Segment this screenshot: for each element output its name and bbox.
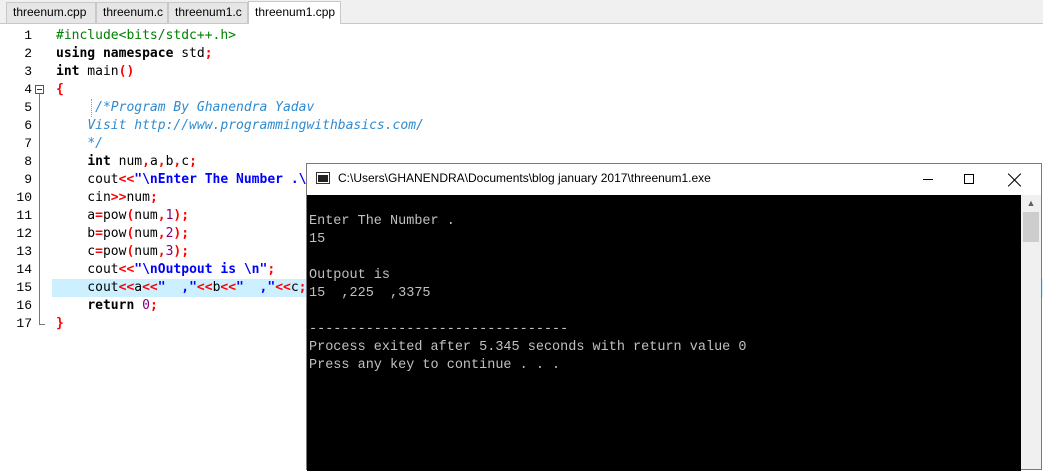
line-number: 3	[24, 64, 32, 79]
tab-threenum1-c[interactable]: threenum1.c	[168, 2, 248, 23]
line-number: 11	[16, 208, 32, 223]
console-titlebar[interactable]: C:\Users\GHANENDRA\Documents\blog januar…	[307, 164, 1041, 195]
tab-threenum-cpp[interactable]: threenum.cpp	[6, 2, 96, 23]
code-line-9: cout<<"\nEnter The Number .\n"	[56, 172, 323, 187]
line-number: 16	[16, 298, 32, 313]
line-number: 1	[24, 28, 32, 43]
tab-label: threenum1.cpp	[255, 5, 336, 19]
code-line-8: int num,a,b,c;	[87, 154, 197, 169]
line-number-gutter: 1 2 3 4 5 6 7 8 9 10 11 12 13 14 15 16 1…	[0, 24, 52, 470]
code-line-13: c=pow(num,3);	[56, 244, 190, 259]
line-number: 4	[24, 82, 32, 97]
maximize-icon	[964, 174, 974, 184]
code-line-12: b=pow(num,2);	[56, 226, 190, 241]
console-line: Process exited after 5.345 seconds with …	[309, 340, 747, 355]
fold-guide-line	[39, 94, 40, 324]
tab-threenum1-cpp[interactable]: threenum1.cpp	[248, 1, 341, 24]
line-number: 9	[24, 172, 32, 187]
console-line: 15	[309, 232, 326, 247]
console-scrollbar[interactable]: ▲	[1021, 195, 1041, 469]
code-line-6: Visit http://www.programmingwithbasics.c…	[87, 118, 424, 133]
code-line-1: #include<bits/stdc++.h>	[56, 28, 237, 43]
code-line-3: int main()	[56, 64, 135, 79]
code-line-7: */	[87, 136, 103, 151]
tab-label: threenum.cpp	[13, 5, 87, 19]
console-window[interactable]: C:\Users\GHANENDRA\Documents\blog januar…	[306, 163, 1042, 471]
line-number: 10	[16, 190, 32, 205]
console-line: Outpout is	[309, 268, 391, 283]
console-title: C:\Users\GHANENDRA\Documents\blog januar…	[338, 171, 711, 185]
fold-end-marker	[39, 324, 45, 325]
tab-label: threenum1.c	[175, 5, 242, 19]
code-line-14: cout<<"\nOutpout is \n";	[56, 262, 276, 277]
console-line: Enter The Number .	[309, 214, 455, 229]
tab-label: threenum.c	[103, 5, 164, 19]
code-line-11: a=pow(num,1);	[56, 208, 190, 223]
code-line-10: cin>>num;	[56, 190, 158, 205]
line-number: 6	[24, 118, 32, 133]
minimize-icon	[923, 179, 933, 180]
code-line-4: {	[56, 82, 64, 97]
code-line-15: cout<<a<<" ,"<<b<<" ,"<<c;	[56, 280, 307, 295]
line-number: 14	[16, 262, 32, 277]
close-button[interactable]	[992, 164, 1038, 195]
console-line: 15 ,225 ,3375	[309, 286, 431, 301]
maximize-button[interactable]	[946, 164, 992, 195]
code-line-16: return 0;	[87, 298, 158, 313]
scroll-up-arrow-icon[interactable]: ▲	[1021, 195, 1041, 212]
scroll-thumb[interactable]	[1023, 212, 1039, 242]
line-number: 7	[24, 136, 32, 151]
console-output[interactable]: Enter The Number . 15 Outpout is 15 ,225…	[307, 195, 1021, 471]
line-number: 2	[24, 46, 32, 61]
console-app-icon	[316, 172, 330, 184]
editor-tab-bar: threenum.cpp threenum.c threenum1.c thre…	[0, 0, 1043, 24]
code-line-5: /*Program By Ghanendra Yadav	[95, 100, 315, 115]
tab-threenum-c[interactable]: threenum.c	[96, 2, 168, 23]
line-number: 5	[24, 100, 32, 115]
console-line: --------------------------------	[309, 322, 569, 337]
code-line-17: }	[56, 316, 64, 331]
close-icon	[1007, 172, 1023, 188]
fold-toggle-icon[interactable]	[35, 85, 44, 94]
minimize-button[interactable]	[905, 164, 951, 195]
line-number: 17	[16, 316, 32, 331]
code-line-2: using namespace std;	[56, 46, 213, 61]
console-line: Press any key to continue . . .	[309, 358, 561, 373]
line-number: 12	[16, 226, 32, 241]
line-number: 8	[24, 154, 32, 169]
line-number: 15	[16, 280, 32, 295]
line-number: 13	[16, 244, 32, 259]
